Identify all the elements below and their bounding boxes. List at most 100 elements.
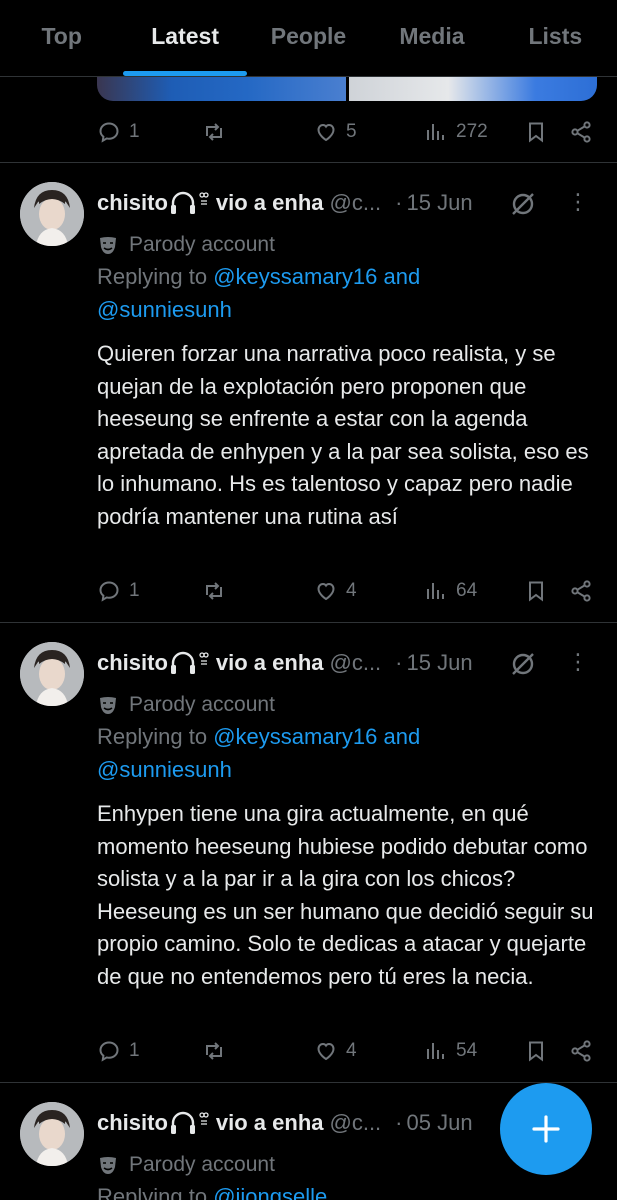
bookmark-button[interactable] bbox=[524, 579, 569, 603]
share-button[interactable] bbox=[569, 579, 593, 603]
repost-button[interactable] bbox=[202, 1039, 314, 1063]
tab-media[interactable]: Media bbox=[370, 0, 493, 76]
post[interactable]: chisito vio a enha @c... · 15 Jun ⋮ Paro bbox=[0, 622, 617, 1082]
reply-button[interactable]: 1 bbox=[97, 120, 202, 144]
display-name[interactable]: chisito vio a enha bbox=[97, 190, 324, 216]
replying-to: Replying to @keyssamary16 and @sunniesun… bbox=[97, 260, 597, 326]
parody-label: Parody account bbox=[97, 230, 275, 260]
views-count: 54 bbox=[456, 1040, 478, 1061]
more-options-icon[interactable]: ⋮ bbox=[567, 649, 589, 675]
display-name-text: chisito bbox=[97, 190, 168, 215]
more-options-icon[interactable]: ⋮ bbox=[567, 189, 589, 215]
views-button[interactable]: 272 bbox=[424, 120, 524, 144]
parody-mask-icon bbox=[100, 697, 116, 714]
tab-lists[interactable]: Lists bbox=[494, 0, 617, 76]
bookmark-icon bbox=[529, 581, 543, 602]
repost-button[interactable] bbox=[202, 120, 314, 144]
mention-link[interactable]: @keyssamary16 bbox=[213, 264, 377, 289]
share-icon bbox=[571, 121, 591, 143]
post-date[interactable]: 15 Jun bbox=[407, 190, 473, 216]
tab-people[interactable]: People bbox=[247, 0, 370, 76]
views-icon bbox=[427, 583, 444, 599]
share-icon bbox=[571, 1040, 591, 1062]
action-bar: 1 4 54 bbox=[97, 1036, 602, 1066]
parody-label-text: Parody account bbox=[129, 233, 275, 256]
like-button[interactable]: 4 bbox=[314, 1039, 424, 1063]
mention-link[interactable]: @keyssamary16 bbox=[213, 724, 377, 749]
heart-icon bbox=[317, 582, 335, 601]
media-image[interactable] bbox=[348, 77, 597, 101]
parody-mask-icon bbox=[100, 1157, 116, 1174]
display-name[interactable]: chisito vio a enha bbox=[97, 650, 324, 676]
headphones-icon bbox=[170, 651, 209, 674]
reply-button[interactable]: 1 bbox=[97, 1039, 202, 1063]
like-button[interactable]: 4 bbox=[314, 579, 424, 603]
media-image[interactable] bbox=[97, 77, 346, 101]
reply-icon bbox=[99, 1041, 119, 1062]
tab-label: People bbox=[270, 22, 347, 49]
like-count: 5 bbox=[346, 121, 357, 142]
reply-count: 1 bbox=[129, 580, 140, 601]
repost-button[interactable] bbox=[202, 579, 314, 603]
user-handle[interactable]: @c... bbox=[330, 190, 382, 216]
views-button[interactable]: 64 bbox=[424, 579, 524, 603]
avatar[interactable] bbox=[20, 182, 84, 246]
mention-link[interactable]: @sunniesunh bbox=[97, 757, 232, 782]
reply-button[interactable]: 1 bbox=[97, 579, 202, 603]
heart-icon bbox=[317, 1042, 335, 1061]
avatar-image bbox=[20, 182, 84, 246]
avatar[interactable] bbox=[20, 642, 84, 706]
mention-link[interactable]: @sunniesunh bbox=[97, 297, 232, 322]
avatar[interactable] bbox=[20, 1102, 84, 1166]
reply-count: 1 bbox=[129, 1040, 140, 1061]
tab-latest[interactable]: Latest bbox=[123, 0, 248, 76]
repost-icon bbox=[206, 123, 222, 141]
share-button[interactable] bbox=[569, 120, 593, 144]
user-handle[interactable]: @c... bbox=[330, 650, 382, 676]
post[interactable]: chisito vio a enha @c... · 15 Jun ⋮ Paro bbox=[0, 162, 617, 622]
display-name-suffix: vio a enha bbox=[215, 1110, 324, 1135]
parody-label: Parody account bbox=[97, 1150, 275, 1180]
parody-mask-icon bbox=[100, 237, 116, 254]
reply-icon bbox=[99, 122, 119, 143]
post-date[interactable]: 15 Jun bbox=[407, 650, 473, 676]
replying-prefix: Replying to bbox=[97, 264, 208, 289]
parody-label-text: Parody account bbox=[129, 693, 275, 716]
post-text: Quieren forzar una narrativa poco realis… bbox=[97, 341, 589, 529]
grok-icon[interactable] bbox=[509, 650, 537, 678]
display-name-suffix: vio a enha bbox=[215, 190, 324, 215]
views-button[interactable]: 54 bbox=[424, 1039, 524, 1063]
separator-dot: · bbox=[395, 650, 403, 675]
post-date[interactable]: 05 Jun bbox=[407, 1110, 473, 1136]
display-name[interactable]: chisito vio a enha bbox=[97, 1110, 324, 1136]
like-button[interactable]: 5 bbox=[314, 120, 424, 144]
tab-label: Latest bbox=[151, 22, 219, 49]
display-name-suffix: vio a enha bbox=[215, 650, 324, 675]
views-icon bbox=[427, 124, 444, 140]
separator-dot: · bbox=[395, 1110, 403, 1135]
repost-icon bbox=[206, 582, 222, 600]
bookmark-button[interactable] bbox=[524, 120, 569, 144]
tab-top[interactable]: Top bbox=[0, 0, 123, 76]
share-icon bbox=[571, 580, 591, 602]
like-count: 4 bbox=[346, 1040, 357, 1061]
replying-prefix: Replying to bbox=[97, 1184, 208, 1200]
action-bar: 1 4 64 bbox=[97, 576, 602, 606]
reply-icon bbox=[99, 581, 119, 602]
grok-icon[interactable] bbox=[509, 190, 537, 218]
replying-and: and bbox=[383, 724, 421, 749]
post-media[interactable] bbox=[97, 77, 597, 101]
user-handle[interactable]: @c... bbox=[330, 1110, 382, 1136]
compose-button[interactable] bbox=[500, 1083, 592, 1175]
tab-bar: Top Latest People Media Lists bbox=[0, 0, 617, 77]
share-button[interactable] bbox=[569, 1039, 593, 1063]
avatar-image bbox=[20, 642, 84, 706]
tab-label: Media bbox=[399, 22, 465, 49]
bookmark-button[interactable] bbox=[524, 1039, 569, 1063]
reply-count: 1 bbox=[129, 121, 140, 142]
tab-label: Lists bbox=[528, 22, 583, 49]
mention-link[interactable]: @jiongselle bbox=[213, 1184, 327, 1200]
headphones-icon bbox=[170, 1111, 209, 1134]
views-icon bbox=[427, 1043, 444, 1059]
headphones-icon bbox=[170, 191, 209, 214]
